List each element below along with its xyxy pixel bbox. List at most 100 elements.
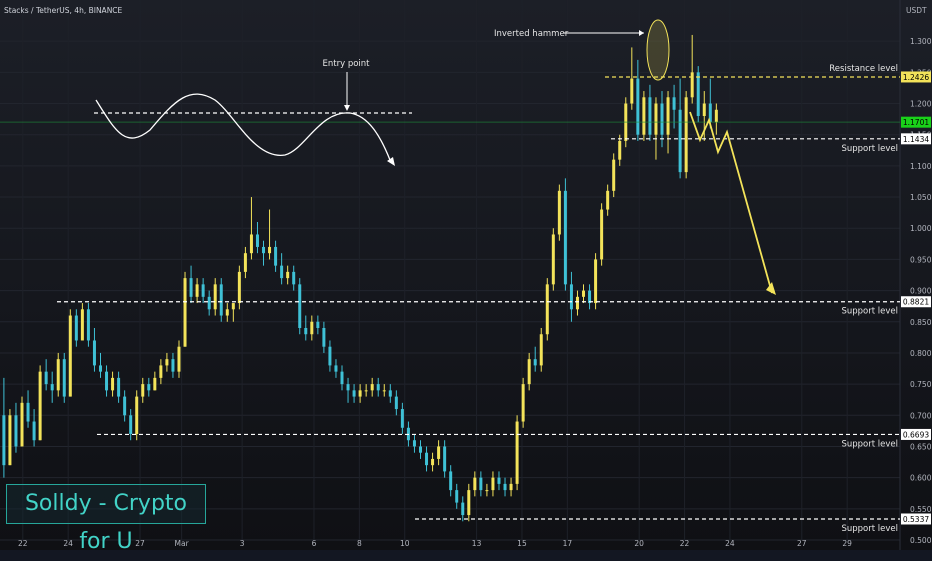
candle-body (195, 284, 199, 297)
y-tick-label: 1.3000 (910, 37, 932, 46)
candle-body (159, 365, 163, 378)
x-tick-label: 20 (634, 539, 644, 548)
candle-body (714, 109, 718, 123)
candle-body (690, 72, 694, 98)
y-tick-label: 0.6000 (910, 474, 932, 483)
candle-body (539, 334, 543, 366)
candle-body (642, 97, 646, 135)
candle-body (672, 97, 676, 110)
y-tick-label: 0.9000 (910, 287, 932, 296)
candle-body (364, 390, 368, 392)
candle-body (38, 371, 42, 441)
candle-body (62, 359, 66, 397)
candle-body (80, 309, 84, 341)
candle-body (207, 296, 211, 310)
candle-body (92, 340, 96, 366)
x-tick-label: 10 (400, 539, 410, 548)
y-tick-label: 1.2000 (910, 100, 932, 109)
candle-body (509, 483, 513, 491)
candle-body (316, 321, 320, 328)
candle-body (563, 190, 567, 285)
candle-body (467, 490, 471, 516)
candle-body (225, 309, 229, 316)
candle-body (569, 284, 573, 310)
candle-body (630, 78, 634, 104)
x-tick-label: 29 (842, 539, 852, 548)
candle-body (298, 284, 302, 328)
candle-body (249, 234, 253, 254)
candle-body (153, 377, 157, 391)
candle-body (418, 446, 422, 453)
candle-body (98, 365, 102, 372)
candle-body (557, 190, 561, 235)
inverted-hammer-arrowhead (639, 30, 644, 36)
x-tick-label: 8 (357, 539, 362, 548)
x-tick-label: 27 (135, 539, 145, 548)
candle-body (648, 97, 652, 135)
candle-body (129, 415, 133, 434)
candle-body (8, 415, 12, 466)
candle-body (280, 265, 284, 279)
candle-body (702, 103, 706, 116)
y-tick-label: 0.5000 (910, 536, 932, 545)
candle-body (147, 384, 151, 391)
candle-body (255, 234, 259, 247)
candle-body (551, 234, 555, 285)
x-tick-label: 6 (312, 539, 317, 548)
inverted-hammer-highlight (646, 19, 670, 81)
candle-body (684, 97, 688, 173)
candle-body (358, 390, 362, 397)
candle-body (74, 315, 78, 341)
candle-body (310, 321, 314, 335)
y-tick-label: 1.1000 (910, 162, 932, 171)
candle-body (268, 246, 272, 254)
resistance-price-tag-label: 1.2426 (903, 73, 929, 82)
candle-body (292, 271, 296, 285)
x-tick-label: 24 (725, 539, 735, 548)
quote-currency: USDT (906, 6, 927, 15)
candle-body (243, 253, 247, 272)
candle-body (606, 190, 610, 210)
candle-body (50, 384, 54, 391)
candle-body (582, 290, 586, 297)
x-tick-label: 3 (240, 539, 245, 548)
candle-body (44, 371, 48, 385)
candle-body (479, 477, 483, 491)
candle-body (328, 346, 332, 366)
candle-body (443, 446, 447, 472)
candle-body (394, 396, 398, 410)
candle-body (654, 103, 658, 135)
candle-body (334, 365, 338, 372)
candle-body (26, 402, 30, 422)
candle-body (171, 359, 175, 372)
candle-body (678, 109, 682, 173)
candle-body (660, 103, 664, 135)
candle-body (485, 490, 489, 492)
candle-body (461, 502, 465, 516)
y-tick-label: 1.0500 (910, 193, 932, 202)
entry-point-arrowhead (344, 105, 350, 111)
candle-body (135, 396, 139, 434)
candle-body (382, 390, 386, 392)
candle-body (455, 490, 459, 503)
candle-body (449, 471, 453, 491)
candle-body (183, 278, 187, 347)
candle-body (527, 359, 531, 385)
candle-body (545, 284, 549, 335)
candle-body (346, 384, 350, 391)
candle-body (86, 309, 90, 341)
entry-wave-arrowhead (387, 157, 395, 166)
candlestick-chart[interactable]: 1.30001.25001.20001.15001.10001.05001.00… (0, 0, 932, 550)
candle-body (68, 315, 72, 397)
candle-body (237, 271, 241, 304)
candle-body (497, 477, 501, 484)
candle-body (20, 402, 24, 447)
entry-point-label: Entry point (323, 59, 371, 69)
candle-body (437, 446, 441, 459)
x-tick-label: 24 (63, 539, 73, 548)
candle-body (231, 303, 235, 310)
candle-body (117, 377, 121, 397)
support-level-label: Support level (841, 439, 898, 449)
resistance-level-label: Resistance level (829, 64, 898, 74)
candle-body (2, 415, 6, 466)
